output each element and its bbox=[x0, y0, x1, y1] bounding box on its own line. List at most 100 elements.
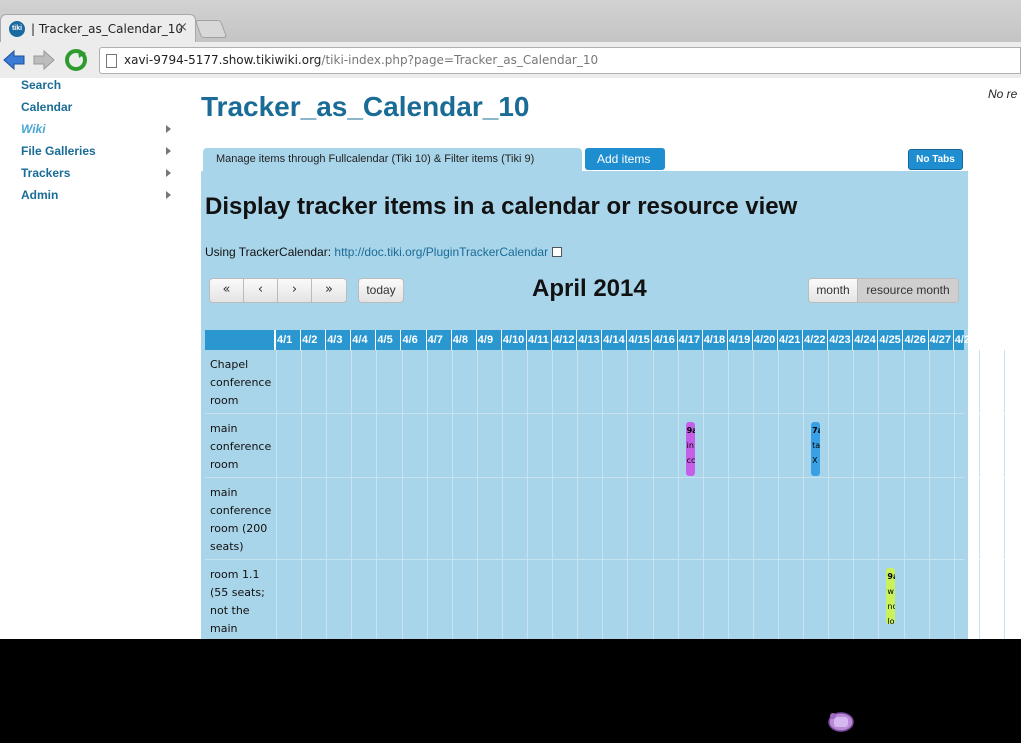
day-cell[interactable] bbox=[527, 350, 552, 413]
tab-add-items[interactable]: Add items bbox=[585, 148, 665, 170]
day-cell[interactable] bbox=[752, 560, 778, 639]
day-cell[interactable] bbox=[778, 414, 803, 477]
day-cell[interactable] bbox=[878, 478, 903, 559]
day-cell[interactable] bbox=[928, 560, 954, 639]
tray-app-icon[interactable] bbox=[826, 708, 856, 736]
day-cell[interactable] bbox=[978, 478, 1004, 559]
day-cell[interactable] bbox=[602, 350, 627, 413]
day-cell[interactable] bbox=[702, 560, 728, 639]
browser-tab[interactable]: tiki | Tracker_as_Calendar_10 × bbox=[0, 14, 196, 43]
day-cell[interactable] bbox=[677, 560, 703, 639]
day-cell[interactable] bbox=[401, 560, 427, 639]
calendar-event[interactable]: 9a in cc bbox=[685, 422, 695, 476]
submenu-arrow-icon[interactable] bbox=[166, 191, 171, 199]
sidebar-item-search[interactable]: Search bbox=[21, 78, 61, 92]
back-arrow-icon[interactable] bbox=[2, 48, 26, 72]
day-cell[interactable] bbox=[276, 560, 301, 639]
view-resource-month-button[interactable]: resource month bbox=[858, 279, 958, 302]
day-cell[interactable] bbox=[978, 414, 1004, 477]
day-cell[interactable] bbox=[652, 414, 678, 477]
day-cell[interactable] bbox=[602, 560, 627, 639]
day-cell[interactable] bbox=[552, 478, 577, 559]
day-cell[interactable] bbox=[276, 478, 301, 559]
day-cell[interactable] bbox=[301, 478, 326, 559]
day-cell[interactable] bbox=[501, 478, 527, 559]
day-cell[interactable] bbox=[878, 350, 903, 413]
day-cell[interactable] bbox=[451, 414, 477, 477]
day-cell[interactable] bbox=[903, 560, 929, 639]
day-cell[interactable] bbox=[351, 414, 376, 477]
external-link-icon[interactable] bbox=[552, 247, 563, 257]
sidebar-item-admin[interactable]: Admin bbox=[21, 188, 58, 202]
day-cell[interactable] bbox=[702, 478, 728, 559]
day-cell[interactable] bbox=[1003, 560, 1021, 639]
day-cell[interactable] bbox=[451, 350, 477, 413]
sidebar-item-trackers[interactable]: Trackers bbox=[21, 166, 70, 180]
day-cell[interactable] bbox=[501, 414, 527, 477]
day-cell[interactable] bbox=[376, 414, 401, 477]
prev-year-button[interactable]: « bbox=[210, 279, 244, 302]
day-cell[interactable] bbox=[953, 414, 979, 477]
day-cell[interactable] bbox=[1003, 350, 1021, 413]
day-cell[interactable] bbox=[878, 414, 903, 477]
day-cell[interactable] bbox=[778, 478, 803, 559]
day-cell[interactable] bbox=[552, 350, 577, 413]
day-cell[interactable] bbox=[627, 350, 652, 413]
day-cell[interactable] bbox=[276, 414, 301, 477]
day-cell[interactable] bbox=[552, 414, 577, 477]
day-cell[interactable] bbox=[752, 478, 778, 559]
day-cell[interactable] bbox=[953, 560, 979, 639]
day-cell[interactable] bbox=[928, 350, 954, 413]
reload-icon[interactable] bbox=[64, 48, 88, 72]
day-cell[interactable] bbox=[527, 478, 552, 559]
day-cell[interactable] bbox=[476, 350, 502, 413]
today-button[interactable]: today bbox=[359, 279, 403, 302]
day-cell[interactable] bbox=[828, 478, 853, 559]
day-cell[interactable] bbox=[401, 478, 427, 559]
prev-button[interactable]: ‹ bbox=[244, 279, 278, 302]
day-cell[interactable] bbox=[376, 350, 401, 413]
sidebar-item-file-galleries[interactable]: File Galleries bbox=[21, 144, 96, 158]
day-cell[interactable] bbox=[727, 414, 753, 477]
day-cell[interactable] bbox=[426, 478, 452, 559]
day-cell[interactable] bbox=[702, 350, 728, 413]
view-month-button[interactable]: month bbox=[809, 279, 858, 302]
day-cell[interactable] bbox=[727, 560, 753, 639]
day-cell[interactable] bbox=[376, 560, 401, 639]
day-cell[interactable] bbox=[476, 414, 502, 477]
day-cell[interactable] bbox=[501, 350, 527, 413]
day-cell[interactable] bbox=[451, 478, 477, 559]
day-cell[interactable] bbox=[426, 350, 452, 413]
plugin-doc-link[interactable]: http://doc.tiki.org/PluginTrackerCalenda… bbox=[334, 245, 548, 259]
day-cell[interactable] bbox=[602, 414, 627, 477]
day-cell[interactable] bbox=[326, 560, 351, 639]
day-cell[interactable] bbox=[803, 478, 828, 559]
day-cell[interactable] bbox=[552, 560, 577, 639]
day-cell[interactable] bbox=[953, 350, 979, 413]
calendar-event[interactable]: 9a w nc lo st bbox=[886, 568, 896, 624]
day-cell[interactable] bbox=[778, 350, 803, 413]
sidebar-item-wiki[interactable]: Wiki bbox=[21, 122, 46, 136]
day-cell[interactable] bbox=[853, 350, 878, 413]
day-cell[interactable] bbox=[627, 414, 652, 477]
day-cell[interactable] bbox=[853, 478, 878, 559]
day-cell[interactable] bbox=[476, 478, 502, 559]
next-year-button[interactable]: » bbox=[312, 279, 346, 302]
forward-arrow-icon[interactable] bbox=[32, 48, 56, 72]
day-cell[interactable] bbox=[451, 560, 477, 639]
no-tabs-button[interactable]: No Tabs bbox=[908, 149, 963, 170]
submenu-arrow-icon[interactable] bbox=[166, 169, 171, 177]
tab-manage-items[interactable]: Manage items through Fullcalendar (Tiki … bbox=[203, 148, 582, 172]
day-cell[interactable] bbox=[401, 414, 427, 477]
day-cell[interactable] bbox=[803, 350, 828, 413]
address-bar[interactable]: xavi-9794-5177.show.tikiwiki.org/tiki-in… bbox=[99, 47, 1021, 74]
day-cell[interactable] bbox=[401, 350, 427, 413]
day-cell[interactable] bbox=[627, 478, 652, 559]
day-cell[interactable] bbox=[853, 560, 878, 639]
day-cell[interactable] bbox=[978, 350, 1004, 413]
day-cell[interactable] bbox=[426, 414, 452, 477]
day-cell[interactable] bbox=[351, 350, 376, 413]
day-cell[interactable] bbox=[928, 478, 954, 559]
day-cell[interactable] bbox=[677, 478, 703, 559]
day-cell[interactable] bbox=[702, 414, 728, 477]
